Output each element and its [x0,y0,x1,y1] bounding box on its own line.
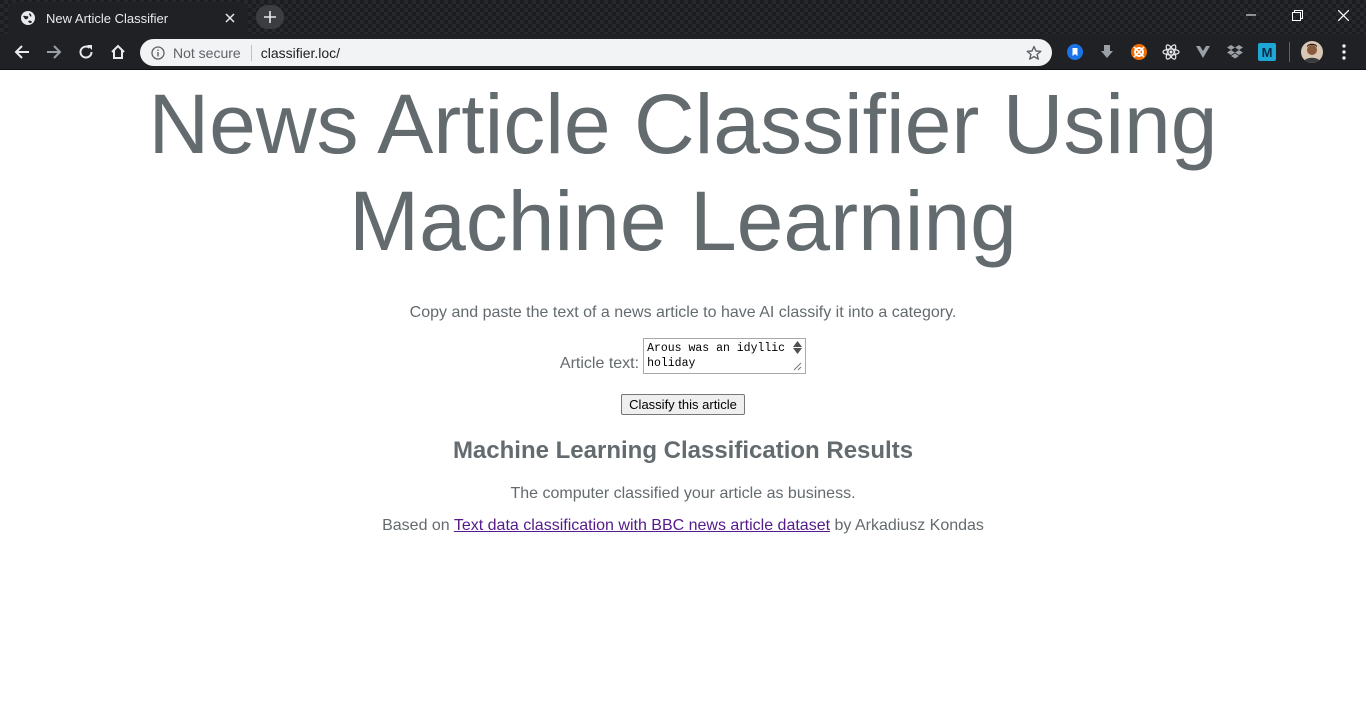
react-devtools-icon[interactable] [1162,43,1180,61]
download-ext-icon[interactable] [1098,43,1116,61]
address-bar[interactable]: Not secure classifier.loc/ [140,39,1052,66]
minimize-button[interactable] [1228,0,1274,30]
vue-devtools-icon[interactable] [1194,43,1212,61]
dropbox-icon[interactable] [1226,43,1244,61]
omnibox-divider [250,44,252,61]
dataset-link[interactable]: Text data classification with BBC news a… [454,517,830,534]
close-tab-icon[interactable] [222,10,238,26]
tab-title: New Article Classifier [46,10,169,26]
home-icon [111,44,125,59]
credit-prefix: Based on [382,517,450,534]
browser-titlebar: New Article Classifier [0,0,1366,34]
page-content: News Article Classifier Using Machine Le… [0,70,1366,728]
classify-button[interactable]: Classify this article [621,394,745,415]
more-menu-icon[interactable] [1336,42,1352,62]
globe-icon [20,10,36,26]
article-form: Article text: Arous was an idyllic holid… [0,338,1366,374]
results-heading: Machine Learning Classification Results [452,437,914,464]
m-ext-icon[interactable]: M [1258,43,1276,61]
close-window-button[interactable] [1320,0,1366,30]
page-title: News Article Classifier Using Machine Le… [148,77,1218,268]
credit-line: Based on Text data classification with B… [0,517,1366,535]
browser-tab[interactable]: New Article Classifier [8,2,248,34]
toolbar-divider [1289,42,1290,62]
restore-icon [1291,9,1303,21]
intro-text: Copy and paste the text of a news articl… [409,304,957,321]
arrow-left-icon [14,45,29,59]
bookmark-ext-icon[interactable] [1066,43,1084,61]
article-textarea[interactable]: Arous was an idyllic holiday [643,338,807,374]
bookmark-star-icon[interactable] [1026,45,1042,61]
url-text[interactable]: classifier.loc/ [261,45,1026,61]
textarea-scrollbar[interactable] [790,339,805,373]
orange-ext-icon[interactable] [1130,43,1148,61]
classification-result: The computer classified your article as … [510,485,856,502]
article-textarea-wrapper: Arous was an idyllic holiday [643,338,807,374]
svg-text:M: M [1262,45,1273,60]
new-tab-button[interactable] [256,5,284,29]
security-label: Not secure [173,44,241,61]
home-button[interactable] [104,38,132,66]
restore-button[interactable] [1274,0,1320,30]
minimize-icon [1246,14,1256,16]
back-button[interactable] [8,38,36,66]
scroll-up-icon[interactable] [793,341,803,347]
info-icon[interactable] [151,45,165,60]
reload-icon [79,45,93,59]
plus-icon [264,11,276,23]
resize-handle-icon[interactable] [793,362,802,371]
forward-button[interactable] [40,38,68,66]
profile-avatar[interactable] [1301,41,1323,63]
scroll-down-icon[interactable] [793,348,803,354]
close-icon [1337,9,1349,21]
credit-suffix: by Arkadiusz Kondas [834,517,984,534]
article-text-label: Article text: [559,355,640,372]
arrow-right-icon [47,45,62,59]
reload-button[interactable] [72,38,100,66]
